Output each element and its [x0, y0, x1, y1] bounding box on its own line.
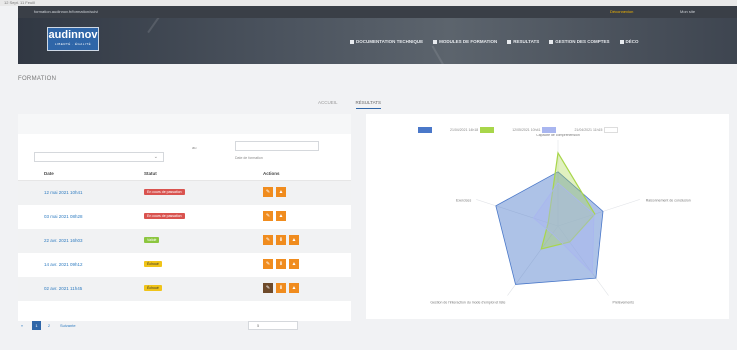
nav-bullet-icon	[350, 39, 354, 44]
row-actions: ✎ ▲	[263, 211, 286, 221]
row-date-link[interactable]: 03 mai 2021 08h28	[44, 214, 83, 219]
chevron-down-icon: ⌄	[153, 154, 158, 160]
radar-axis-label: Exercices	[456, 198, 471, 202]
per-page-value: 5	[257, 323, 260, 328]
page-title: FORMATION	[18, 76, 57, 82]
status-badge: En cours de passation	[144, 189, 185, 195]
tab-1[interactable]: RÉSULTATS	[355, 100, 382, 109]
user-menu[interactable]: Mon site	[680, 9, 695, 14]
date-separator: au	[192, 145, 197, 150]
radar-axis-label: Prélèvements	[613, 301, 635, 305]
legend-swatch	[418, 127, 432, 133]
status-badge: Échoué	[144, 285, 162, 291]
warning-link[interactable]: Déconnexion	[610, 9, 633, 14]
table-row: 02 avr. 2021 11h45 Échoué ✎ ⬇ ▲	[18, 277, 351, 301]
table-row: 22 avr. 2021 16h03 Validé ✎ ⬇ ▲	[18, 229, 351, 253]
table-row: 03 mai 2021 08h28 En cours de passation ✎ ▲	[18, 205, 351, 229]
site-topbar: formation.audinnov.fr/formation/suivi Dé…	[18, 6, 737, 18]
header-banner: audinnov LIBERTÉ · ÉGALITÉ DOCUMENTATION…	[18, 18, 737, 64]
brand-logo[interactable]: audinnov LIBERTÉ · ÉGALITÉ	[47, 27, 99, 51]
nav-item-0[interactable]: DOCUMENTATION TECHNIQUE	[350, 39, 423, 44]
page-2-button[interactable]: 2	[45, 321, 53, 330]
nav-bullet-icon	[507, 39, 512, 44]
upload-icon[interactable]: ▲	[289, 259, 299, 269]
page-1-button[interactable]: 1	[32, 321, 41, 330]
row-date-link[interactable]: 12 mai 2021 10h41	[44, 190, 83, 195]
row-date-link[interactable]: 02 avr. 2021 11h45	[44, 286, 82, 291]
nav-bullet-icon	[549, 39, 554, 44]
status-badge: En cours de passation	[144, 213, 185, 219]
nav-item-label: MODULES DE FORMATION	[439, 39, 498, 44]
edit-icon[interactable]: ✎	[263, 283, 273, 293]
status-badge: Validé	[144, 237, 160, 243]
nav-item-label: RESULTATS	[513, 39, 540, 44]
status-badge: Échoué	[144, 261, 162, 267]
nav-item-4[interactable]: DÉCO	[619, 39, 639, 44]
main-nav: DOCUMENTATION TECHNIQUE MODULES DE FORMAT…	[350, 39, 639, 44]
upload-icon[interactable]: ▲	[289, 283, 299, 293]
row-actions: ✎ ▲	[263, 187, 286, 197]
row-actions: ✎ ⬇ ▲	[263, 259, 299, 269]
radar-chart: Capacité de compréhension Raisonnement de…	[430, 134, 691, 305]
legend-item[interactable]: 12/05/2021 10h41	[512, 127, 557, 133]
legend-label: 12/05/2021 10h41	[512, 128, 541, 132]
radar-axis-label: Gestion de l'interaction du mode d'emplo…	[430, 301, 505, 305]
nav-item-1[interactable]: MODULES DE FORMATION	[433, 39, 497, 44]
legend-item[interactable]	[418, 127, 432, 133]
header-status[interactable]: Statut	[144, 171, 157, 176]
upload-icon[interactable]: ▲	[289, 235, 299, 245]
download-icon[interactable]: ⬇	[276, 235, 286, 245]
nav-item-label: GESTION DES COMPTES	[555, 39, 610, 44]
session-select[interactable]: ⌄	[34, 152, 164, 162]
brand-name: audinnov	[48, 29, 98, 41]
table-row: 12 mai 2021 10h41 En cours de passation ✎ ▲	[18, 181, 351, 205]
legend-swatch	[604, 127, 619, 133]
edit-icon[interactable]: ✎	[263, 211, 273, 221]
row-actions: ✎ ⬇ ▲	[263, 283, 299, 293]
browser-tab-label[interactable]: 12 Sept. 11 Feuill	[4, 0, 35, 5]
legend-swatch	[542, 127, 557, 133]
edit-icon[interactable]: ✎	[263, 235, 273, 245]
header-actions: Actions	[263, 171, 280, 176]
pagination: « 1 2 Suivante 5	[18, 319, 351, 333]
legend-item[interactable]: 21/04/2021 14h18	[450, 127, 495, 133]
nav-item-label: DÉCO	[625, 39, 639, 44]
table-header: Date Statut Actions	[18, 166, 351, 181]
nav-bullet-icon	[433, 39, 438, 44]
next-page-button[interactable]: Suivante	[60, 321, 76, 330]
per-page-select[interactable]: 5	[248, 321, 298, 330]
nav-item-3[interactable]: GESTION DES COMPTES	[549, 39, 610, 44]
header-date[interactable]: Date	[44, 171, 54, 176]
nav-bullet-icon	[619, 39, 624, 44]
legend-label: 21/04/2021 11h15	[574, 128, 603, 132]
filters-bar	[18, 114, 351, 134]
site-url: formation.audinnov.fr/formation/suivi	[34, 9, 99, 14]
date-field[interactable]	[235, 141, 319, 151]
row-date-link[interactable]: 22 avr. 2021 16h03	[44, 238, 83, 243]
prev-page-button[interactable]: «	[18, 321, 26, 330]
row-date-link[interactable]: 14 avr. 2021 09h12	[44, 262, 83, 267]
chart-legend: 21/04/2021 14h18 12/05/2021 10h41 21/04/20…	[418, 127, 619, 133]
download-icon[interactable]: ⬇	[276, 283, 286, 293]
nav-item-label: DOCUMENTATION TECHNIQUE	[356, 39, 424, 44]
download-icon[interactable]: ⬇	[276, 259, 286, 269]
table-row: 14 avr. 2021 09h12 Échoué ✎ ⬇ ▲	[18, 253, 351, 277]
tab-0[interactable]: ACCUEIL	[318, 100, 338, 109]
legend-swatch	[480, 127, 495, 133]
brand-tagline: LIBERTÉ · ÉGALITÉ	[54, 42, 92, 46]
date-label: Date de formation	[235, 156, 263, 160]
edit-icon[interactable]: ✎	[263, 187, 273, 197]
upload-icon[interactable]: ▲	[276, 187, 286, 197]
radar-axis-label: Capacité de compréhension	[536, 134, 580, 137]
tabs-bar: ACCUEIL RÉSULTATS	[318, 100, 382, 109]
legend-item[interactable]: 21/04/2021 11h15	[574, 127, 619, 133]
edit-icon[interactable]: ✎	[263, 259, 273, 269]
upload-icon[interactable]: ▲	[276, 211, 286, 221]
row-actions: ✎ ⬇ ▲	[263, 235, 299, 245]
nav-item-2[interactable]: RESULTATS	[507, 39, 539, 44]
legend-label: 21/04/2021 14h18	[450, 128, 479, 132]
radar-axis-label: Raisonnement de conclusion	[646, 198, 691, 202]
